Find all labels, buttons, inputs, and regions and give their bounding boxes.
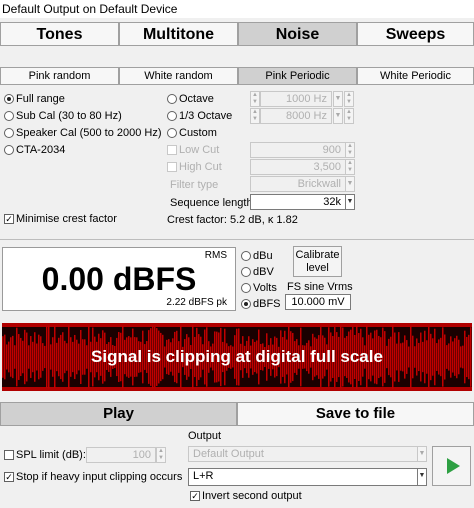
cta-2034-label: CTA-2034 bbox=[16, 144, 66, 156]
unit-dbu-radio[interactable] bbox=[241, 251, 251, 261]
sequence-length-label: Sequence length: bbox=[170, 197, 256, 209]
third-octave-spin-right[interactable]: ▲ ▼ bbox=[344, 108, 354, 124]
tab-noise[interactable]: Noise bbox=[238, 22, 357, 46]
unit-dbfs-label: dBFS bbox=[253, 298, 281, 310]
spl-limit-field[interactable]: 100 bbox=[86, 447, 156, 463]
full-range-label: Full range bbox=[16, 93, 65, 105]
full-range-radio[interactable] bbox=[4, 94, 14, 104]
minimise-crest-checkbox[interactable]: ✓ bbox=[4, 214, 14, 224]
stop-clipping-label: Stop if heavy input clipping occurs bbox=[16, 471, 183, 483]
unit-dbfs-radio[interactable] bbox=[241, 299, 251, 309]
divider bbox=[0, 239, 474, 240]
speaker-cal-label: Speaker Cal (500 to 2000 Hz) bbox=[16, 127, 162, 139]
low-cut-label: Low Cut bbox=[179, 144, 220, 156]
filter-type-label: Filter type bbox=[170, 179, 219, 191]
unit-dbv-radio[interactable] bbox=[241, 267, 251, 277]
octave-spin-right[interactable]: ▲ ▼ bbox=[344, 91, 354, 107]
sub-cal-radio[interactable] bbox=[4, 111, 14, 121]
play-icon bbox=[447, 458, 460, 474]
title-bar: Default Output on Default Device bbox=[0, 0, 474, 18]
octave-radio[interactable] bbox=[167, 94, 177, 104]
third-octave-freq-field[interactable]: 8000 Hz bbox=[260, 108, 332, 124]
unit-dbu-label: dBu bbox=[253, 250, 273, 262]
cta-2034-radio[interactable] bbox=[4, 145, 14, 155]
play-tab-button[interactable]: Play bbox=[0, 402, 237, 426]
sequence-length-select[interactable]: 32k bbox=[250, 194, 346, 210]
stop-clipping-checkbox[interactable]: ✓ bbox=[4, 472, 14, 482]
high-cut-field[interactable]: 3,500 bbox=[250, 159, 346, 175]
level-meter: RMS 0.00 dBFS 2.22 dBFS pk bbox=[2, 247, 236, 311]
clipping-banner: Signal is clipping at digital full scale bbox=[2, 323, 472, 391]
output-device-select[interactable]: Default Output bbox=[188, 446, 418, 462]
minimise-crest-label: Minimise crest factor bbox=[16, 213, 117, 225]
third-octave-label: 1/3 Octave bbox=[179, 110, 233, 122]
subtab-white-random[interactable]: White random bbox=[119, 67, 238, 85]
sub-cal-label: Sub Cal (30 to 80 Hz) bbox=[16, 110, 122, 122]
subtab-pink-periodic[interactable]: Pink Periodic bbox=[238, 67, 357, 85]
high-cut-checkbox[interactable] bbox=[167, 162, 177, 172]
invert-second-checkbox[interactable]: ✓ bbox=[190, 491, 200, 501]
octave-label: Octave bbox=[179, 93, 214, 105]
output-device-dropdown-arrow[interactable]: ▼ bbox=[417, 446, 427, 462]
custom-label: Custom bbox=[179, 127, 217, 139]
clipping-message: Signal is clipping at digital full scale bbox=[91, 347, 383, 366]
unit-dbv-label: dBV bbox=[253, 266, 274, 278]
output-label: Output bbox=[188, 430, 222, 442]
invert-second-label: Invert second output bbox=[202, 490, 302, 502]
fs-sine-field[interactable]: 10.000 mV bbox=[285, 294, 351, 310]
output-channels-dropdown-arrow[interactable]: ▼ bbox=[417, 468, 427, 486]
low-cut-spin[interactable]: ▲ ▼ bbox=[345, 142, 355, 158]
play-button[interactable] bbox=[432, 446, 471, 486]
filter-type-select[interactable]: Brickwall bbox=[250, 176, 346, 192]
spl-limit-label: SPL limit (dB): bbox=[16, 449, 86, 461]
unit-volts-label: Volts bbox=[253, 282, 277, 294]
window-title: Default Output on Default Device bbox=[2, 2, 178, 16]
speaker-cal-radio[interactable] bbox=[4, 128, 14, 138]
meter-value: 0.00 dBFS bbox=[41, 261, 197, 297]
high-cut-spin[interactable]: ▲ ▼ bbox=[345, 159, 355, 175]
calibrate-level-button[interactable]: Calibrate level bbox=[293, 246, 342, 277]
custom-radio[interactable] bbox=[167, 128, 177, 138]
save-to-file-button[interactable]: Save to file bbox=[237, 402, 474, 426]
low-cut-checkbox[interactable] bbox=[167, 145, 177, 155]
unit-volts-radio[interactable] bbox=[241, 283, 251, 293]
third-octave-spin-left[interactable]: ▲ ▼ bbox=[250, 108, 260, 124]
sequence-dropdown-arrow[interactable]: ▼ bbox=[345, 194, 355, 210]
filter-type-dropdown-arrow[interactable]: ▼ bbox=[345, 176, 355, 192]
octave-dropdown-arrow[interactable]: ▼ bbox=[333, 91, 343, 107]
spl-limit-spin[interactable]: ▲ ▼ bbox=[156, 447, 166, 463]
fs-sine-label: FS sine Vrms bbox=[287, 281, 353, 293]
high-cut-label: High Cut bbox=[179, 161, 222, 173]
tab-multitone[interactable]: Multitone bbox=[119, 22, 238, 46]
octave-spin-left[interactable]: ▲ ▼ bbox=[250, 91, 260, 107]
third-octave-dropdown-arrow[interactable]: ▼ bbox=[333, 108, 343, 124]
tab-tones[interactable]: Tones bbox=[0, 22, 119, 46]
tab-sweeps[interactable]: Sweeps bbox=[357, 22, 474, 46]
low-cut-field[interactable]: 900 bbox=[250, 142, 346, 158]
third-octave-radio[interactable] bbox=[167, 111, 177, 121]
spl-limit-checkbox[interactable] bbox=[4, 450, 14, 460]
subtab-pink-random[interactable]: Pink random bbox=[0, 67, 119, 85]
crest-factor-text: Crest factor: 5.2 dB, κ 1.82 bbox=[167, 214, 298, 226]
meter-peak: 2.22 dBFS pk bbox=[166, 297, 227, 308]
octave-freq-field[interactable]: 1000 Hz bbox=[260, 91, 332, 107]
output-channels-select[interactable]: L+R bbox=[188, 468, 418, 486]
subtab-white-periodic[interactable]: White Periodic bbox=[357, 67, 474, 85]
